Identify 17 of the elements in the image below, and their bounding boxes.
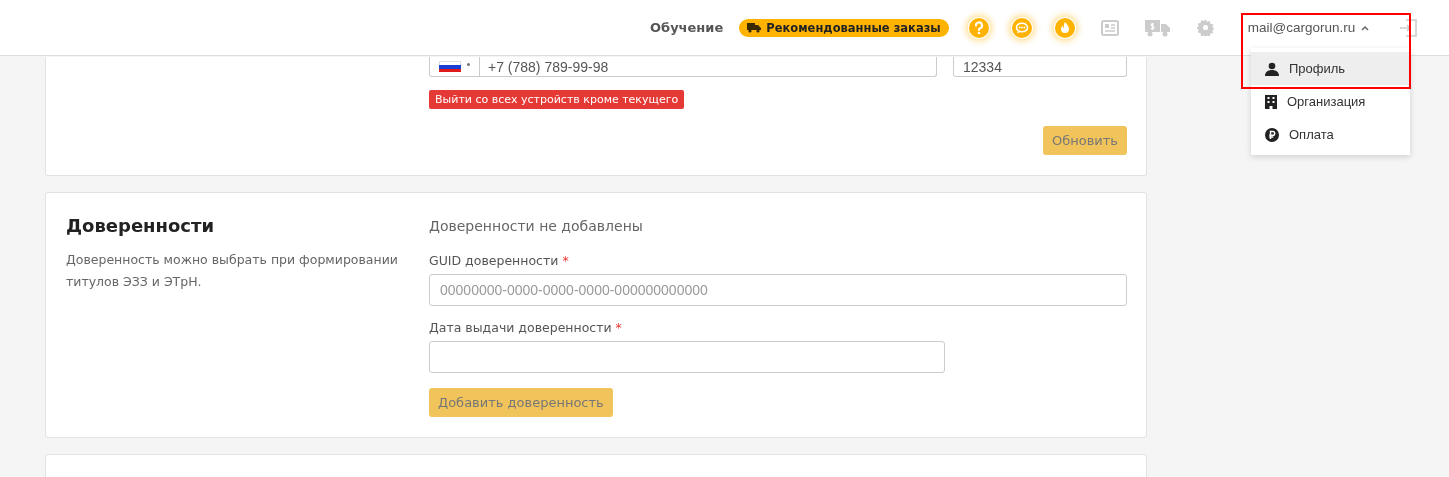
phone-field[interactable]: +7 (788) 789-99-98 [429, 57, 937, 77]
menu-item[interactable]: Профиль [1251, 52, 1410, 85]
logout-all-button[interactable]: Выйти со всех устройств кроме текущего [429, 90, 685, 109]
menu-item[interactable]: Оплата [1251, 118, 1410, 151]
recommended-orders-button[interactable]: Рекомендованные заказы [739, 18, 949, 37]
code-field[interactable]: 12334 [953, 57, 1127, 77]
empty-message: Доверенности не добавлены [429, 217, 644, 236]
required-mark: * [615, 320, 622, 335]
learn-link[interactable]: Обучение [650, 20, 724, 35]
field-label: GUID доверенности [429, 253, 559, 268]
section-description: Доверенность можно выбрать при формировании титулов ЭЗЗ и ЭТрН. [66, 251, 399, 291]
user-menu-button[interactable]: mail@cargorun.ru [1247, 20, 1370, 35]
menu-item[interactable]: Организация [1251, 85, 1410, 118]
field-label: Дата выдачи доверенности [429, 320, 612, 335]
section-title: Доверенности [66, 214, 216, 238]
guid-field[interactable]: 00000000-0000-0000-0000-000000000000 [429, 274, 1127, 306]
required-mark: * [562, 253, 569, 268]
